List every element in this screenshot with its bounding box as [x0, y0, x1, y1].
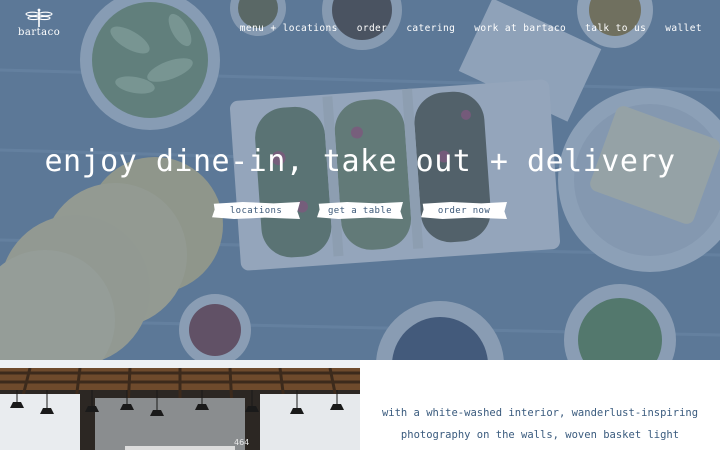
nav-talk-to-us[interactable]: talk to us	[585, 23, 646, 34]
logo[interactable]: bartaco	[18, 8, 60, 44]
nav-catering[interactable]: catering	[406, 23, 455, 34]
nav-work-at-bartaco[interactable]: work at bartaco	[474, 23, 566, 34]
restaurant-interior-photo: 464	[0, 368, 360, 450]
hero-section: bartaco menu + locations order catering …	[0, 0, 720, 360]
hero-cta-row: locations get a table order now	[0, 202, 720, 222]
main-nav: menu + locations order catering work at …	[221, 23, 702, 34]
intro-line-2: photography on the walls, woven basket l…	[400, 429, 680, 441]
nav-order[interactable]: order	[357, 23, 388, 34]
interior-photo-graphic: 464	[0, 368, 360, 450]
get-a-table-button[interactable]: get a table	[317, 202, 403, 219]
nav-wallet[interactable]: wallet	[665, 23, 702, 34]
intro-line-1: with a white-washed interior, wanderlust…	[381, 407, 699, 419]
hero-tint-overlay	[0, 0, 720, 360]
logo-text: bartaco	[18, 27, 61, 38]
dragonfly-icon	[25, 8, 53, 27]
intro-paragraph: with a white-washed interior, wanderlust…	[380, 402, 700, 446]
locations-button[interactable]: locations	[212, 202, 300, 219]
nav-menu-locations[interactable]: menu + locations	[240, 23, 338, 34]
intro-section: with a white-washed interior, wanderlust…	[360, 360, 720, 450]
sign-number: 464	[234, 438, 249, 447]
order-now-button[interactable]: order now	[421, 202, 507, 219]
hero-headline: enjoy dine-in, take out + delivery	[44, 144, 676, 179]
